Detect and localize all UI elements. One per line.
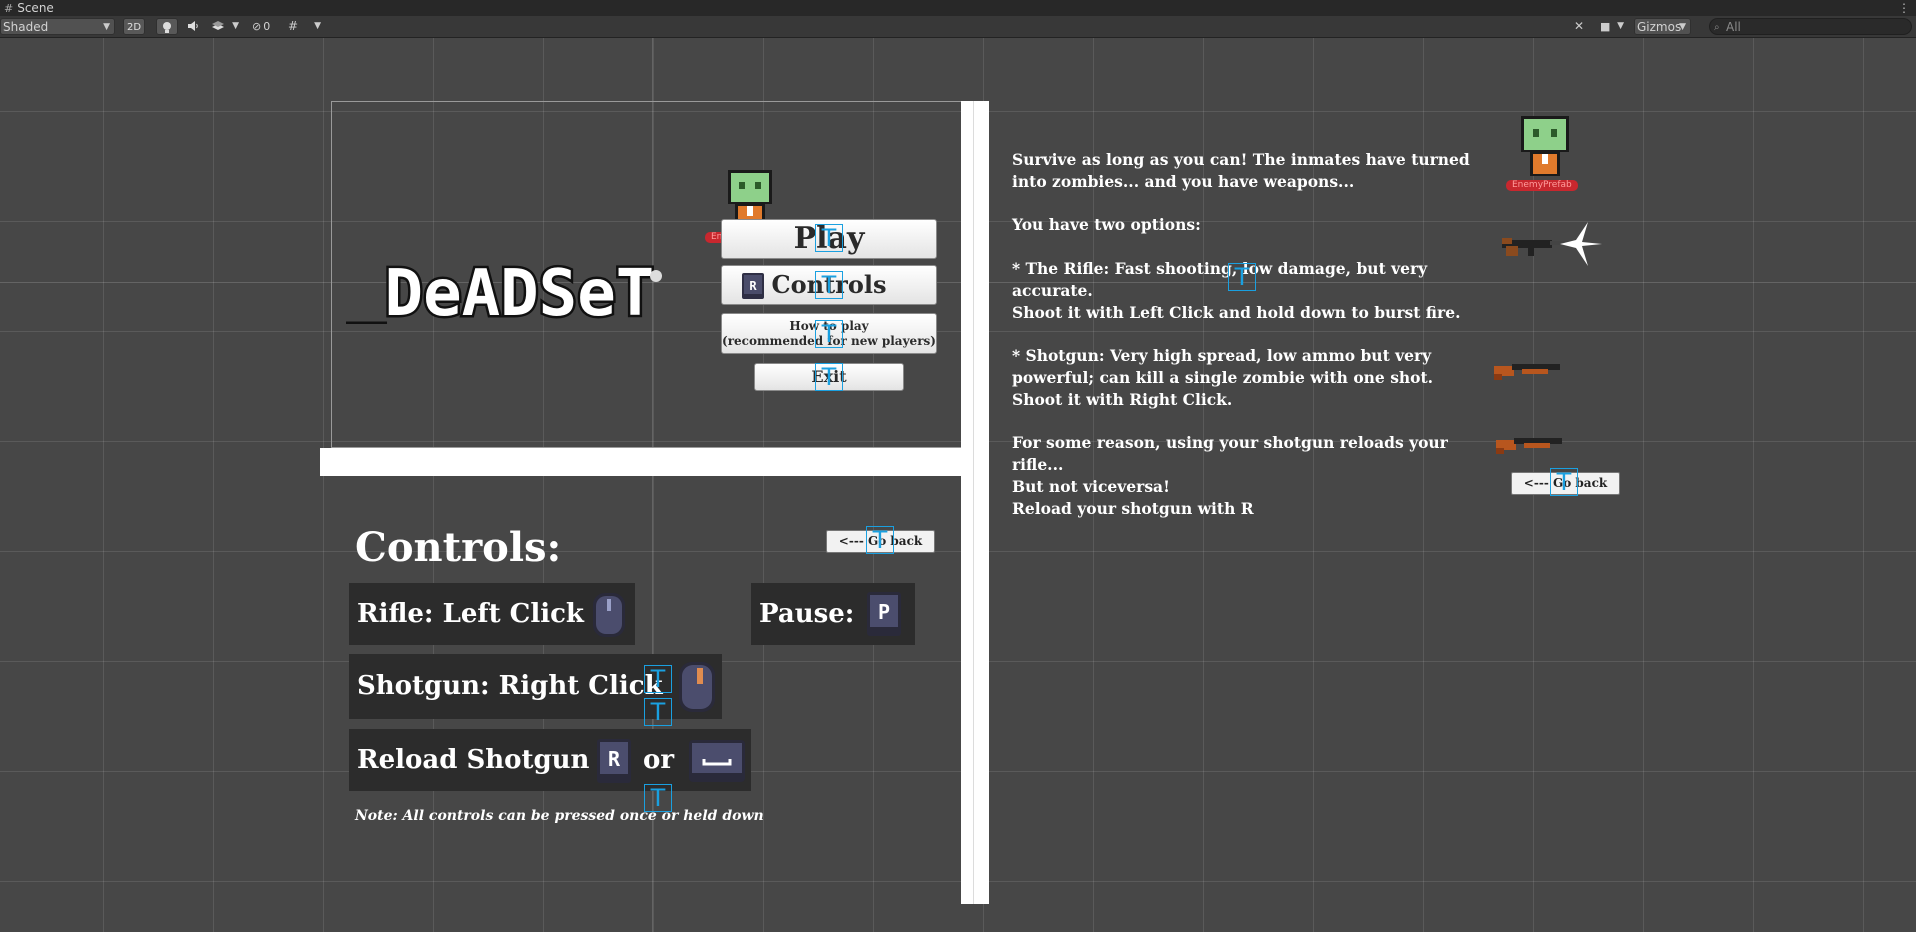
shotgun-icon [1496,438,1562,454]
text-gizmo-icon[interactable]: T [815,224,843,252]
spacebar-key-icon [689,740,745,782]
scene-tab-label: Scene [17,1,54,15]
how-to-play-text: Survive as long as you can! The inmates … [1012,149,1502,541]
game-logo[interactable]: _DeADSeT [344,252,691,334]
canvas-divider-horizontal [320,448,962,476]
howto-line: But not viceversa! [1012,476,1170,496]
howto-line: Shoot it with Right Click. [1012,389,1233,409]
muzzle-flash-icon [1560,222,1602,266]
r-key-letter: R [749,279,757,293]
reload-control-panel: Reload Shotgun R or [349,729,751,791]
gizmos-dropdown[interactable]: Gizmos ▼ [1634,18,1691,35]
howto-line: For some reason, using your shotgun relo… [1012,433,1448,475]
chevron-down-icon: ▼ [1679,22,1686,32]
speaker-icon [188,21,198,31]
camera-dropdown[interactable]: ■ ▼ [1598,18,1628,35]
shotgun-sprite[interactable] [1494,430,1566,460]
grid-snap-icon: # [288,19,299,33]
audio-toggle-button[interactable] [182,18,204,35]
or-label: or [643,745,675,775]
howto-line: Shoot it with Left Click and hold down t… [1012,302,1461,322]
camera-icon: ■ [1600,20,1611,33]
text-gizmo-icon[interactable]: T [644,665,672,693]
blood-splat-icon [650,270,662,282]
lightbulb-icon [163,22,171,33]
rifle-control-panel: Rifle: Left Click [349,583,635,645]
hidden-objects-toggle[interactable]: ⊘ 0 [252,18,280,35]
hidden-count: 0 [263,20,271,33]
text-gizmo-icon[interactable]: T [815,271,843,299]
toggle-2d-button[interactable]: 2D [123,18,145,35]
r-key-letter: R [608,747,621,771]
text-gizmo-icon[interactable]: T [815,363,843,391]
scene-tab[interactable]: # Scene [4,0,54,17]
search-placeholder: All [1726,20,1741,34]
mouse-right-icon [679,662,715,712]
canvas-divider-vertical [961,101,989,904]
effects-dropdown[interactable]: ▼ [207,18,243,35]
lighting-toggle-button[interactable] [156,18,178,35]
enemy-sprite-2[interactable] [1518,114,1572,184]
scene-view[interactable]: _DeADSeT EnemyPrefab (1) Play R Controls… [0,38,1916,932]
howto-line: You have two options: [1012,215,1201,235]
howto-line: powerful; can kill a single zombie with … [1012,367,1434,387]
deadset-logo-image: _DeADSeT [344,255,662,334]
text-gizmo-icon[interactable]: T [1228,263,1256,291]
howto-line: Reload your shotgun with R [1012,498,1254,518]
howto-line: into zombies... and you have weapons... [1012,171,1355,191]
controls-title: Controls: [355,524,562,571]
gizmos-label: Gizmos [1637,20,1682,34]
r-key-icon: R [742,273,764,299]
layers-icon [212,21,224,30]
enemy-prefab-label-2: EnemyPrefab [1506,180,1578,191]
logo-text: _DeADSeT [346,257,654,324]
text-gizmo-icon[interactable]: T [644,698,672,726]
controls-note: Note: All controls can be pressed once o… [355,808,764,824]
p-key-icon: P [867,592,901,636]
tools-icon: ✕ [1574,19,1585,33]
rifle-control-label: Rifle: Left Click [357,599,584,629]
more-options-icon[interactable]: ⋮ [1898,0,1910,16]
shotgun-control-label: Shotgun: Right Click [357,671,663,701]
chevron-down-icon: ▼ [1617,21,1624,31]
text-gizmo-icon[interactable]: T [815,320,843,348]
howto-line: * Shotgun: Very high spread, low ammo bu… [1012,346,1432,366]
pause-control-panel: Pause: P [751,583,915,645]
chevron-down-icon: ▼ [314,21,321,31]
chevron-down-icon: ▼ [232,21,239,31]
reload-control-label: Reload Shotgun [357,745,590,775]
zombie-icon [1521,116,1569,176]
eye-slash-icon: ⊘ [252,20,262,33]
mouse-left-icon [593,593,625,637]
shotgun-icon [1494,364,1560,380]
scene-search-input[interactable]: ⌕ All [1709,18,1912,35]
tools-button[interactable]: ✕ [1574,18,1592,35]
r-key-icon: R [597,739,631,783]
howto-line: accurate. [1012,280,1093,300]
chevron-down-icon: ▼ [103,22,110,32]
toggle-2d-label: 2D [126,22,142,33]
howto-line: Survive as long as you can! The inmates … [1012,150,1470,169]
scene-toolbar: Shaded ▼ 2D ▼ ⊘ 0 # ▼ ✕ ■ ▼ Gizmos ▼ ⌕ All [0,16,1916,38]
shotgun-sprite[interactable] [1492,356,1564,386]
grid-icon: # [4,2,14,15]
pause-control-label: Pause: [759,599,855,629]
muzzle-flash-sprite [1558,220,1604,272]
text-gizmo-icon[interactable]: T [866,526,894,554]
scene-window-titlebar: # Scene ⋮ [0,0,1916,17]
grid-snapping-dropdown[interactable]: # ▼ [285,18,325,35]
draw-mode-value: Shaded [3,20,49,34]
howto-line: * The Rifle: Fast shooting, low damage, … [1012,258,1428,278]
text-gizmo-icon[interactable]: T [1550,468,1578,496]
p-key-letter: P [878,600,890,624]
draw-mode-dropdown[interactable]: Shaded ▼ [0,18,115,35]
search-icon: ⌕ [1714,22,1720,33]
